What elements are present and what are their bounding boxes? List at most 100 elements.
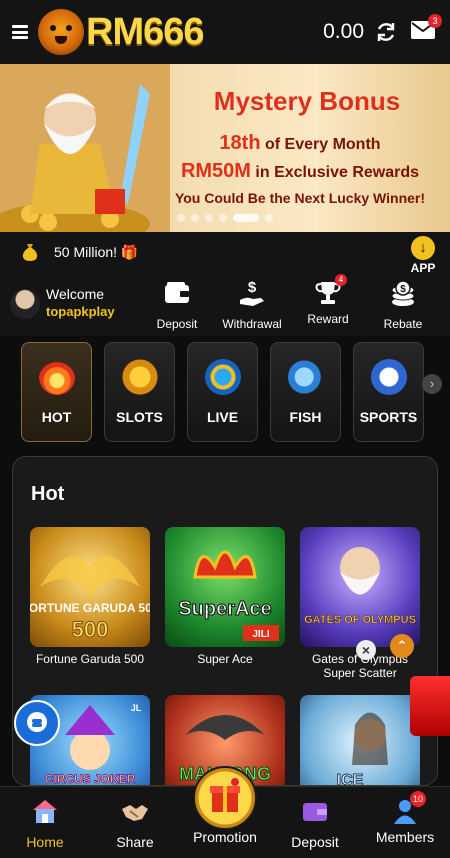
- download-app-button[interactable]: ↓ APP: [408, 236, 438, 275]
- game-card[interactable]: SuperAce JILI Super Ace: [165, 527, 285, 666]
- gift-icon: [210, 778, 240, 812]
- reward-badge: 4: [335, 274, 347, 286]
- game-thumbnail: SuperAce JILI: [165, 527, 285, 647]
- download-icon: ↓: [411, 236, 435, 260]
- game-thumbnail: GATES OF OLYMPUS: [300, 527, 420, 647]
- nav-share-label: Share: [116, 834, 154, 850]
- promotion-gift-button[interactable]: [193, 766, 257, 830]
- members-icon-wrap: 10: [390, 791, 426, 825]
- close-icon[interactable]: ×: [356, 640, 376, 660]
- rebate-button[interactable]: $ Rebate: [368, 278, 438, 331]
- game-name: Fortune Garuda 500: [35, 652, 145, 666]
- moneybag-icon: [22, 244, 38, 261]
- game-thumb-text: FORTUNE GARUDA 500: [30, 601, 150, 615]
- tab-slots[interactable]: SLOTS: [104, 342, 175, 442]
- nav-home-label: Home: [26, 834, 64, 850]
- scroll-top-icon[interactable]: ⌃: [390, 634, 414, 658]
- gates-of-olympus-art: GATES OF OLYMPUS: [304, 547, 416, 626]
- app-header: RM666 0.00 3: [0, 0, 450, 64]
- tab-live-label: LIVE: [206, 409, 239, 425]
- members-badge: 10: [410, 791, 426, 807]
- hot-games-panel: Hot FORTUNE GARUDA 500 500 Fortune Garud…: [12, 456, 438, 786]
- banner-dot[interactable]: [177, 214, 185, 222]
- deposit-label: Deposit: [156, 317, 198, 331]
- nav-members-label: Members: [375, 829, 435, 845]
- nav-deposit[interactable]: Deposit: [275, 797, 355, 850]
- user-panel: Welcome topapkplay Deposit $ Withdrawal …: [0, 272, 450, 336]
- game-card[interactable]: FORTUNE GARUDA 500 500 Fortune Garuda 50…: [30, 527, 150, 666]
- rebate-label: Rebate: [383, 317, 423, 331]
- game-card[interactable]: ICE: [300, 695, 420, 786]
- ice-game-art: ICE: [336, 712, 388, 786]
- withdrawal-label: Withdrawal: [222, 317, 282, 331]
- zeus-character-image: [0, 64, 170, 232]
- site-logo[interactable]: RM666: [38, 9, 204, 55]
- tab-live[interactable]: LIVE: [187, 342, 258, 442]
- svg-text:500: 500: [72, 617, 109, 642]
- deposit-wallet-icon: [303, 803, 327, 821]
- deposit-button[interactable]: Deposit: [142, 278, 212, 331]
- promo-banner[interactable]: Mystery Bonus 18th of Every Month RM50M …: [0, 64, 450, 232]
- banner-date-highlight: 18th: [219, 132, 261, 154]
- announcement-marquee: 50 Million! 🎁: [0, 232, 450, 272]
- banner-title: Mystery Bonus: [213, 86, 401, 116]
- banner-line-winner: You Could Be the Next Lucky Winner!: [174, 190, 426, 206]
- mail-badge: 3: [428, 14, 442, 28]
- game-thumbnail: FORTUNE GARUDA 500 500: [30, 527, 150, 647]
- game-thumbnail: ICE: [300, 695, 420, 786]
- flame-icon: [38, 359, 75, 395]
- customer-support-icon[interactable]: [14, 700, 60, 746]
- section-title: Hot: [31, 483, 65, 505]
- slot-777-icon: [121, 359, 158, 395]
- banner-line-reward: RM50M in Exclusive Rewards: [150, 160, 450, 183]
- fortune-garuda-art: FORTUNE GARUDA 500 500: [30, 555, 150, 643]
- wallet-balance: 0.00: [323, 20, 364, 43]
- banner-dot-active[interactable]: [233, 214, 259, 222]
- nav-members[interactable]: 10 Members: [365, 791, 445, 845]
- refresh-icon[interactable]: [374, 20, 398, 44]
- withdrawal-button[interactable]: $ Withdrawal: [217, 278, 287, 331]
- reward-label: Reward: [307, 312, 349, 326]
- soccer-ball-icon: [370, 359, 407, 395]
- svg-text:$: $: [400, 284, 406, 295]
- banner-line-date: 18th of Every Month: [150, 132, 450, 155]
- banner-reward-rest: in Exclusive Rewards: [250, 164, 420, 181]
- wallet-icon: [165, 282, 189, 303]
- tab-hot[interactable]: HOT: [21, 342, 92, 442]
- banner-date-rest: of Every Month: [260, 136, 381, 153]
- tab-hot-label: HOT: [41, 409, 72, 425]
- nav-share[interactable]: Share: [95, 797, 175, 850]
- banner-dot[interactable]: [219, 214, 227, 222]
- avatar[interactable]: [10, 289, 40, 319]
- game-provider-tag: JILI: [252, 629, 269, 640]
- tiger-logo-icon: [38, 9, 84, 55]
- marquee-text: 50 Million! 🎁: [54, 243, 139, 260]
- floating-gift-icon[interactable]: [410, 676, 450, 736]
- banner-pagination: [0, 214, 450, 222]
- fish-icon: [287, 359, 324, 395]
- super-ace-art: SuperAce JILI: [178, 550, 279, 641]
- banner-reward-highlight: RM50M: [180, 160, 251, 182]
- svg-text:$: $: [248, 279, 257, 296]
- game-category-tabs: HOT SLOTS LIVE FISH SPORTS: [0, 336, 450, 446]
- game-thumb-text: ICE: [337, 772, 364, 786]
- tab-sports[interactable]: SPORTS: [353, 342, 424, 442]
- tab-fish[interactable]: FISH: [270, 342, 341, 442]
- home-icon: [33, 800, 57, 823]
- dollar-hand-icon: $: [240, 279, 264, 306]
- poker-chip-icon: [204, 359, 241, 395]
- game-provider-tag: JL: [131, 703, 142, 713]
- nav-deposit-label: Deposit: [291, 834, 339, 850]
- reward-button[interactable]: 4 Reward: [293, 274, 363, 326]
- banner-dot[interactable]: [205, 214, 213, 222]
- game-thumb-text: CIRCUS JOKER: [45, 772, 136, 786]
- banner-dot[interactable]: [191, 214, 199, 222]
- hamburger-menu-icon[interactable]: [12, 25, 28, 39]
- logo-text: RM666: [86, 10, 204, 53]
- banner-dot[interactable]: [265, 214, 273, 222]
- game-name: Super Ace: [197, 652, 253, 666]
- chevron-right-icon[interactable]: ›: [422, 374, 442, 394]
- nav-home[interactable]: Home: [5, 797, 85, 850]
- coins-icon: $: [391, 280, 415, 306]
- welcome-text: Welcome: [46, 286, 105, 302]
